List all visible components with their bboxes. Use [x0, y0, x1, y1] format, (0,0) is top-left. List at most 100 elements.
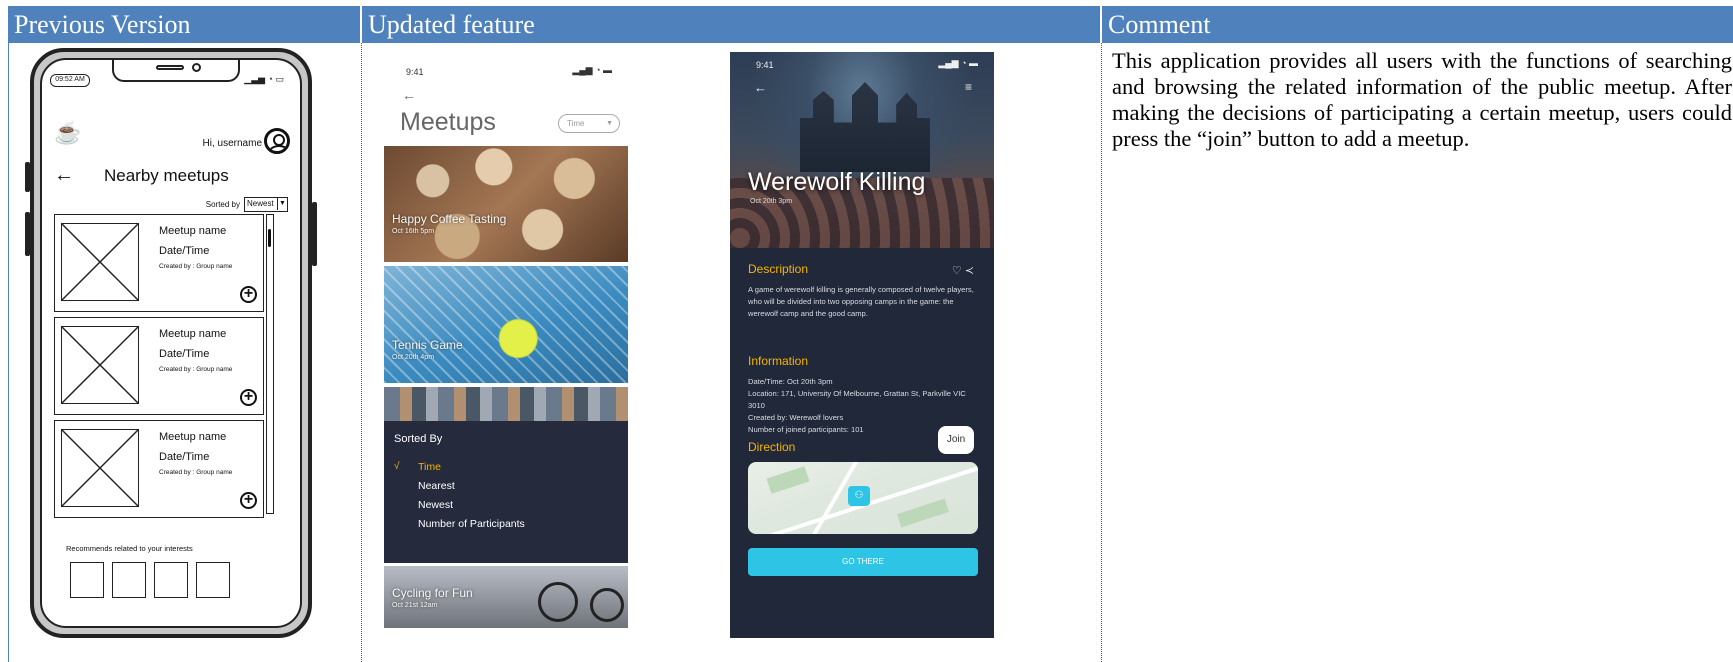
meetup-caption: Tennis Game Oct 20th 4pm — [392, 338, 463, 361]
status-signal-icon: ▂▄▆ ◔ ▬ — [572, 65, 612, 75]
column-divider — [361, 43, 362, 662]
meetup-created-by: Created by : Group name — [159, 469, 233, 476]
camera-icon — [192, 63, 201, 72]
add-meetup-button[interactable]: + — [240, 389, 257, 406]
meetup-title: Happy Coffee Tasting — [392, 212, 507, 226]
sort-panel-title: Sorted By — [394, 433, 443, 445]
status-time: 9:41 — [756, 60, 774, 70]
meetup-date: Oct 16th 5pm — [392, 228, 435, 235]
meetup-card-tennis[interactable]: Tennis Game Oct 20th 4pm — [384, 266, 628, 383]
meetup-detail-screen: 9:41 ▂▄▆ ◔ ▬ ← ≡ Werewolf Killing Oct 20… — [730, 52, 994, 638]
meetup-created-by: Created by : Group name — [159, 366, 233, 373]
page-title: Meetups — [400, 108, 496, 136]
meetup-card-partial[interactable] — [384, 387, 628, 421]
meetup-date: Date/Time — [159, 348, 210, 360]
meetup-card[interactable]: Meetup name Date/Time Created by : Group… — [54, 420, 264, 518]
meetup-name: Meetup name — [159, 431, 227, 443]
greeting: Hi, username — [202, 138, 262, 149]
sort-select-value: Time — [567, 119, 585, 128]
phone-side-button — [25, 212, 30, 256]
join-button[interactable]: Join — [938, 426, 974, 454]
description-text: A game of werewolf killing is generally … — [748, 285, 974, 318]
recommend-item[interactable] — [196, 562, 230, 598]
meetup-date: Date/Time — [159, 245, 210, 257]
comparison-table: Previous Version Updated feature Comment… — [8, 6, 1733, 662]
description-heading: Description — [748, 262, 809, 276]
map-park — [766, 466, 810, 494]
castle-illustration — [800, 82, 930, 172]
image-placeholder-icon — [61, 223, 139, 301]
phone-notch — [112, 60, 240, 82]
sort-option-time[interactable]: Time — [418, 461, 441, 473]
map-park — [897, 498, 949, 528]
wireframe-phone: 09:52 AM ▁▃▅ ◔ ▭ ☕ Hi, username ← Nearby… — [25, 48, 317, 638]
meetup-card-cycling[interactable]: Cycling for Fun Oct 21st 12am — [384, 566, 628, 628]
meetup-name: Meetup name — [159, 225, 227, 237]
coffee-cup-icon: ☕ — [54, 120, 82, 145]
avatar-icon[interactable] — [264, 128, 290, 154]
go-there-button[interactable]: GO THERE — [748, 548, 978, 576]
meetup-card-coffee[interactable]: Happy Coffee Tasting Oct 16th 5pm — [384, 146, 628, 262]
recommend-item[interactable] — [112, 562, 146, 598]
recommend-item[interactable] — [70, 562, 104, 598]
sort-option-participants[interactable]: Number of Participants — [418, 518, 525, 530]
meetup-date: Oct 20th 4pm — [392, 354, 435, 361]
meetup-card[interactable]: Meetup name Date/Time Created by : Group… — [54, 317, 264, 415]
direction-map[interactable]: ⚇ — [748, 462, 978, 534]
phone-side-button — [312, 202, 317, 266]
sort-option-nearest[interactable]: Nearest — [418, 480, 455, 492]
meetup-card[interactable]: Meetup name Date/Time Created by : Group… — [54, 214, 264, 312]
sort-select[interactable]: Time ▼ — [558, 114, 620, 133]
wireframe-screen: 09:52 AM ▁▃▅ ◔ ▭ ☕ Hi, username ← Nearby… — [40, 58, 302, 628]
phone-side-button — [25, 162, 30, 192]
meetup-date: Date/Time — [159, 451, 210, 463]
information-heading: Information — [748, 354, 809, 368]
sort-select[interactable]: Newest ▼ — [244, 197, 288, 212]
back-arrow-icon[interactable]: ← — [402, 87, 416, 103]
status-signal-icon: ▁▃▅ ◔ ▭ — [244, 74, 284, 84]
meetup-caption: Happy Coffee Tasting Oct 16th 5pm — [392, 212, 506, 235]
meetup-caption: Cycling for Fun Oct 21st 12am — [392, 586, 473, 609]
speaker-icon — [156, 65, 184, 70]
filter-icon[interactable]: ≡ — [965, 80, 972, 94]
hero-image — [730, 52, 994, 248]
meetup-created-by: Created by : Group name — [159, 263, 233, 270]
meetup-date: Oct 21st 12am — [392, 602, 438, 609]
sorted-by-label: Sorted by — [205, 200, 240, 209]
map-pin-icon[interactable]: ⚇ — [848, 486, 870, 506]
favorite-share-icons[interactable]: ♡ ≺ — [952, 264, 974, 277]
sort-select-value: Newest — [247, 199, 274, 208]
scrollbar-thumb[interactable] — [268, 229, 271, 247]
meetup-title: Tennis Game — [392, 338, 463, 352]
column-divider — [8, 43, 9, 662]
list-scrollbar[interactable] — [266, 214, 274, 514]
meetup-list: Meetup name Date/Time Created by : Group… — [54, 214, 264, 532]
check-icon: √ — [394, 461, 400, 472]
back-arrow-icon[interactable]: ← — [754, 80, 767, 95]
direction-heading: Direction — [748, 440, 796, 454]
meetup-title: Cycling for Fun — [392, 586, 473, 600]
bike-wheel-icon — [590, 588, 624, 622]
column-divider — [1101, 43, 1102, 662]
sort-option-newest[interactable]: Newest — [418, 499, 453, 511]
status-time: 09:52 AM — [50, 74, 90, 87]
meetup-date: Oct 20th 3pm — [750, 198, 793, 205]
add-meetup-button[interactable]: + — [240, 492, 257, 509]
comment-text: This application provides all users with… — [1112, 48, 1732, 151]
info-line: Created by: Werewolf lovers — [748, 413, 844, 422]
info-line: Date/Time: Oct 20th 3pm — [748, 377, 833, 386]
image-placeholder-icon — [61, 326, 139, 404]
recommend-item[interactable] — [154, 562, 188, 598]
chevron-down-icon: ▼ — [277, 198, 287, 210]
sort-panel: Sorted By √ Time Nearest Newest Number o… — [384, 421, 628, 563]
meetup-name: Meetup name — [159, 328, 227, 340]
image-placeholder-icon — [61, 429, 139, 507]
status-signal-icon: ▂▄▆ ◔ ▬ — [938, 58, 978, 68]
meetup-title: Werewolf Killing — [748, 168, 926, 196]
header-previous-version: Previous Version — [8, 6, 360, 43]
back-arrow-icon[interactable]: ← — [54, 164, 74, 187]
header-updated-feature: Updated feature — [362, 6, 1100, 43]
meetups-list-screen: 9:41 ▂▄▆ ◔ ▬ ← Meetups Time ▼ Happy Coff… — [384, 52, 628, 638]
status-time: 9:41 — [406, 67, 424, 77]
add-meetup-button[interactable]: + — [240, 286, 257, 303]
